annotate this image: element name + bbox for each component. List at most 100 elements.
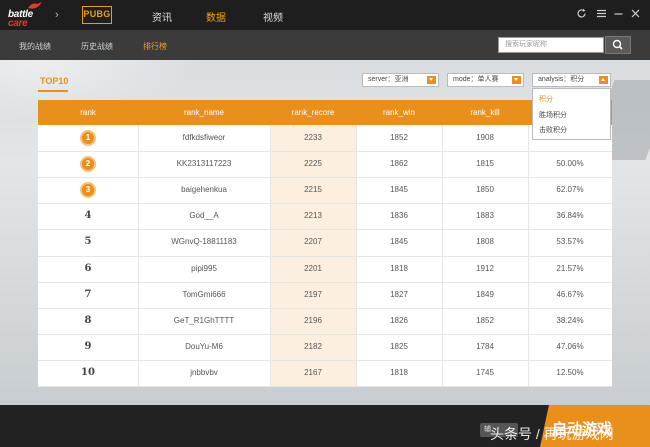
- analysis-select[interactable]: analysis：积分: [532, 73, 611, 87]
- header-rank-recore[interactable]: rank_recore: [270, 100, 356, 125]
- cell-kill: 1784: [476, 341, 494, 351]
- chevron-down-icon: [427, 76, 436, 84]
- search-input[interactable]: 搜索玩家昵称: [498, 37, 604, 53]
- close-icon[interactable]: [629, 8, 641, 20]
- minimize-icon[interactable]: [612, 8, 624, 20]
- tab-leaderboard[interactable]: 排行榜: [143, 41, 167, 52]
- cell-pct: 12.50%: [556, 367, 584, 377]
- cell-score: 2197: [304, 289, 322, 299]
- cell-name[interactable]: baigehenkua: [138, 177, 270, 203]
- section-title-underline: [38, 90, 68, 92]
- battlecare-logo[interactable]: battle care: [8, 2, 50, 29]
- cell-score: 2225: [304, 159, 322, 169]
- cell-name[interactable]: DouYu-M6: [138, 334, 270, 360]
- chevron-down-icon: [512, 76, 521, 84]
- cell-win: 1862: [390, 159, 408, 169]
- cell-win: 1845: [390, 185, 408, 195]
- table-header: rank rank_name rank_recore rank_win rank…: [38, 100, 612, 125]
- cell-kill: 1808: [476, 237, 494, 247]
- dropdown-option-score[interactable]: 积分: [539, 94, 553, 104]
- cell-name[interactable]: God__A: [138, 203, 270, 229]
- cell-pct: 62.07%: [556, 185, 584, 195]
- rank-number: 5: [84, 236, 92, 248]
- search-icon: [612, 39, 623, 50]
- mode-select[interactable]: mode：单人赛: [447, 73, 524, 87]
- nav-data[interactable]: 数据: [206, 9, 226, 24]
- cell-kill: 1815: [476, 159, 494, 169]
- cell-kill: 1912: [476, 263, 494, 273]
- rank-medal-icon: 1: [80, 130, 96, 146]
- header-rank[interactable]: rank: [38, 100, 138, 125]
- cell-score: 2196: [304, 315, 322, 325]
- cell-kill: 1908: [476, 133, 494, 142]
- chevron-up-icon: [599, 76, 608, 84]
- cell-name[interactable]: TomGmi666: [138, 282, 270, 308]
- watermark-text: 头条号 / 再玩游戏网: [490, 426, 614, 442]
- cell-pct: 46.67%: [556, 289, 584, 299]
- rank-number: 6: [84, 262, 92, 274]
- cell-pct: 50.00%: [556, 159, 584, 169]
- rank-number: 8: [84, 314, 92, 326]
- cell-pct: 38.24%: [556, 315, 584, 325]
- cell-pct: 36.84%: [556, 211, 584, 221]
- top-bar: battle care › PUBG 资讯 数据 视频: [0, 0, 650, 30]
- cell-name[interactable]: KK2313117223: [138, 151, 270, 177]
- cell-score: 2167: [304, 367, 322, 377]
- cell-win: 1852: [390, 133, 408, 142]
- leaderboard-table: rank rank_name rank_recore rank_win rank…: [38, 100, 612, 387]
- nav-video[interactable]: 视频: [263, 9, 283, 24]
- server-select-value: server：亚洲: [368, 76, 409, 83]
- cell-score: 2182: [304, 341, 322, 351]
- header-rank-kill[interactable]: rank_kill: [442, 100, 528, 125]
- game-badge[interactable]: PUBG: [82, 6, 112, 24]
- cell-pct: 53.57%: [556, 237, 584, 247]
- dropdown-option-win-score[interactable]: 胜场积分: [539, 110, 567, 120]
- cell-score: 2215: [304, 185, 322, 195]
- cell-kill: 1850: [476, 185, 494, 195]
- cell-name[interactable]: fdfkdsfiweor: [138, 125, 270, 151]
- cell-score: 2213: [304, 211, 322, 221]
- cell-win: 1826: [390, 315, 408, 325]
- cell-kill: 1852: [476, 315, 494, 325]
- cell-win: 1825: [390, 341, 408, 351]
- analysis-select-value: analysis：积分: [538, 76, 585, 83]
- rank-number: 10: [81, 366, 95, 378]
- cell-win: 1818: [390, 367, 408, 377]
- rank-medal-icon: 2: [80, 156, 96, 173]
- tab-history-record[interactable]: 历史战绩: [81, 41, 113, 52]
- nav-news[interactable]: 资讯: [152, 9, 172, 24]
- cell-win: 1845: [390, 237, 408, 247]
- rank-number: 9: [84, 340, 92, 352]
- cell-name[interactable]: jnbbvbv: [138, 360, 270, 386]
- rank-number: 4: [84, 210, 92, 222]
- chevron-right-icon[interactable]: ›: [55, 9, 59, 21]
- menu-icon[interactable]: [595, 8, 607, 20]
- cell-win: 1818: [390, 263, 408, 273]
- cell-score: 2207: [304, 237, 322, 247]
- row-divider: [38, 386, 612, 387]
- cell-pct: 21.57%: [556, 263, 584, 273]
- cell-name[interactable]: pipi995: [138, 256, 270, 282]
- cell-win: 1836: [390, 211, 408, 221]
- refresh-icon[interactable]: [575, 8, 587, 20]
- cell-win: 1827: [390, 289, 408, 299]
- cell-name[interactable]: WGnvQ-18811183: [138, 229, 270, 255]
- tab-my-record[interactable]: 我的战绩: [19, 41, 51, 52]
- section-title: TOP10: [40, 76, 69, 86]
- cell-name[interactable]: GeT_R1GhTTTT: [138, 308, 270, 334]
- cell-kill: 1745: [476, 367, 494, 377]
- analysis-dropdown-menu: 积分 胜场积分 击败积分: [532, 88, 611, 140]
- header-rank-win[interactable]: rank_win: [356, 100, 442, 125]
- rank-number: 7: [84, 288, 92, 300]
- search-button[interactable]: [605, 36, 631, 54]
- logo-text: battle care: [8, 9, 33, 29]
- cell-score: 2233: [304, 133, 322, 142]
- cell-score: 2201: [304, 263, 322, 273]
- cell-pct: 47.06%: [556, 341, 584, 351]
- server-select[interactable]: server：亚洲: [362, 73, 439, 87]
- header-rank-name[interactable]: rank_name: [138, 100, 270, 125]
- dropdown-option-kill-score[interactable]: 击败积分: [539, 125, 567, 135]
- rank-medal-icon: 3: [80, 182, 96, 199]
- cell-kill: 1883: [476, 211, 494, 221]
- mode-select-value: mode：单人赛: [453, 76, 499, 83]
